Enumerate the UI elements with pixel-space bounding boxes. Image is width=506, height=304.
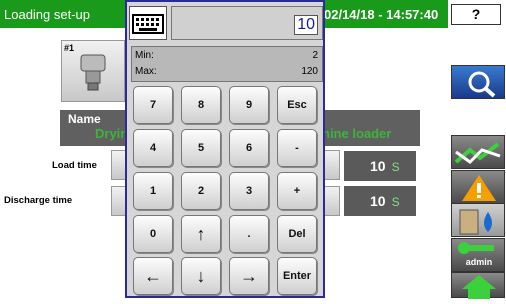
help-button[interactable]: ? (451, 4, 501, 25)
value-field[interactable]: 10 (171, 6, 323, 40)
key-8[interactable]: 8 (181, 86, 221, 124)
load-time-label: Load time (52, 160, 97, 171)
user-button[interactable]: admin (451, 238, 505, 272)
numeric-keypad: 10 Min: 2 Max: 120 7 8 9 Esc 4 5 6 - 1 2… (125, 0, 325, 298)
name-value-fragment: hine loader (322, 126, 392, 141)
key-6[interactable]: 6 (229, 129, 269, 167)
user-level-label: admin (465, 257, 493, 267)
keyboard-icon[interactable] (129, 6, 167, 40)
key-0[interactable]: 0 (133, 215, 173, 253)
discharge-time-label: Discharge time (4, 195, 73, 206)
key-3[interactable]: 3 (229, 172, 269, 210)
range-panel: Min: 2 Max: 120 (131, 46, 323, 82)
key-9[interactable]: 9 (229, 86, 269, 124)
trend-button[interactable] (451, 135, 505, 169)
key-1[interactable]: 1 (133, 172, 173, 210)
home-button[interactable] (451, 272, 505, 299)
key-esc[interactable]: Esc (277, 86, 317, 124)
key-5[interactable]: 5 (181, 129, 221, 167)
value-input: 10 (294, 15, 318, 35)
discharge-time-value[interactable]: 10 S (344, 186, 416, 216)
hopper-icon (80, 54, 106, 91)
max-value: 120 (301, 66, 318, 77)
datetime-display: 02/14/18 - 14:57:40 (320, 0, 448, 28)
min-label: Min: (135, 50, 154, 61)
home-icon (462, 275, 496, 299)
key-decimal[interactable]: . (229, 215, 269, 253)
name-value-fragment: Dryin (95, 126, 129, 141)
key-4[interactable]: 4 (133, 129, 173, 167)
wrench-icon (468, 71, 496, 98)
dryer-button[interactable] (451, 203, 505, 237)
max-label: Max: (135, 66, 157, 77)
arrow-down-icon[interactable]: ↓ (181, 257, 221, 295)
name-label: Name (68, 112, 101, 126)
key-del[interactable]: Del (277, 215, 317, 253)
dryer-drop-icon (459, 209, 492, 235)
arrow-right-icon[interactable]: → (229, 257, 269, 295)
key-7[interactable]: 7 (133, 86, 173, 124)
tools-button[interactable] (451, 65, 505, 99)
screen-title: Loading set-up (0, 0, 140, 28)
load-time-value[interactable]: 10 S (344, 151, 416, 181)
arrow-left-icon[interactable]: ← (133, 257, 173, 295)
min-value: 2 (312, 50, 318, 61)
key-plus[interactable]: + (277, 172, 317, 210)
trend-icon (454, 142, 501, 164)
alarm-button[interactable] (451, 170, 505, 204)
machine-number: #1 (64, 43, 75, 53)
key-minus[interactable]: - (277, 129, 317, 167)
key-2[interactable]: 2 (181, 172, 221, 210)
arrow-up-icon[interactable]: ↑ (181, 215, 221, 253)
key-icon (458, 242, 494, 254)
key-enter[interactable]: Enter (277, 257, 317, 295)
warning-icon (462, 175, 496, 201)
